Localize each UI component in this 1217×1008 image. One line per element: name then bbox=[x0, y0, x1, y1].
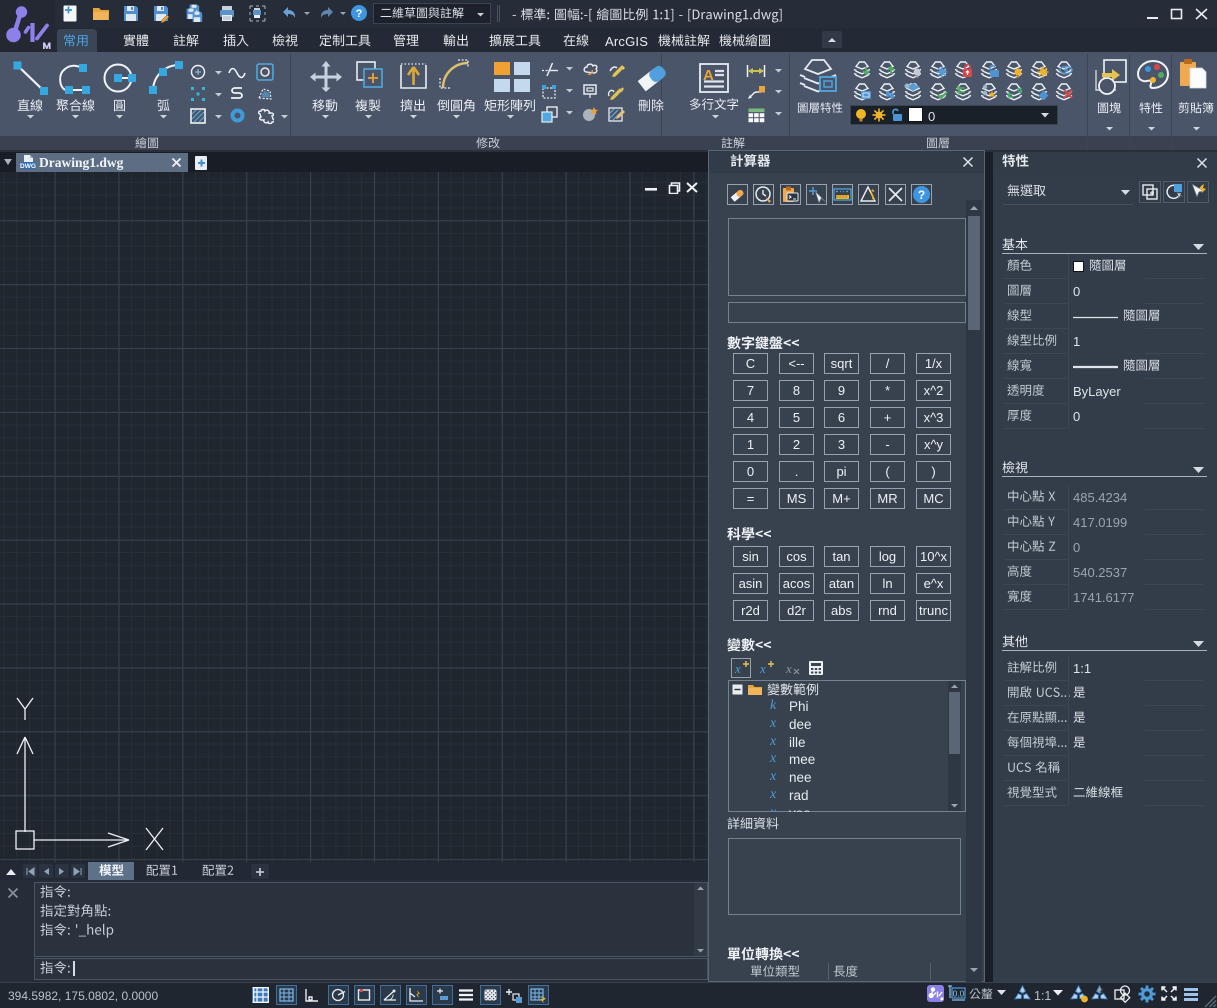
svg-text:?: ? bbox=[356, 8, 363, 20]
svg-text:?: ? bbox=[918, 188, 925, 202]
svg-text:0.0: 0.0 bbox=[953, 989, 965, 999]
svg-text:x: x bbox=[759, 661, 766, 676]
svg-text:x: x bbox=[785, 661, 792, 676]
svg-text:DWG: DWG bbox=[20, 163, 36, 170]
svg-text:x: x bbox=[734, 661, 741, 676]
